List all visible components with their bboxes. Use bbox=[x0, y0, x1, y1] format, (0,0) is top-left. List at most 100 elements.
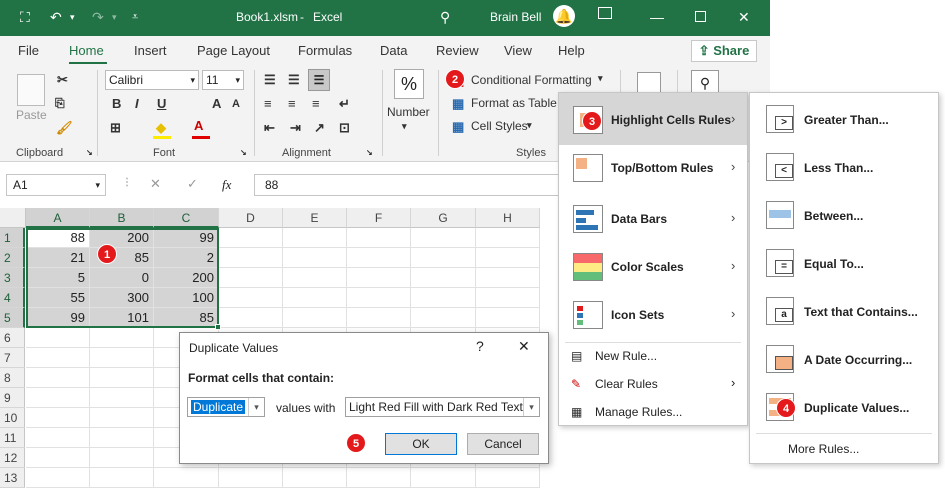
cell-b1[interactable]: 200 bbox=[90, 228, 154, 248]
row-header-4[interactable]: 4 bbox=[0, 288, 25, 308]
cell-g1[interactable] bbox=[411, 228, 476, 248]
cell-b10[interactable] bbox=[90, 408, 154, 428]
column-header-d[interactable]: D bbox=[219, 208, 283, 228]
tab-page-layout[interactable]: Page Layout bbox=[197, 43, 270, 58]
column-header-f[interactable]: F bbox=[347, 208, 411, 228]
cell-b12[interactable] bbox=[90, 448, 154, 468]
tab-file[interactable]: File bbox=[18, 43, 39, 58]
customize-toolbar-icon[interactable]: ⩡ bbox=[132, 9, 138, 25]
cell-b9[interactable] bbox=[90, 388, 154, 408]
cell-f4[interactable] bbox=[347, 288, 411, 308]
cell-b5[interactable]: 101 bbox=[90, 308, 154, 328]
wrap-text-icon[interactable]: ↵ bbox=[339, 96, 350, 112]
ribbon-display-options-icon[interactable] bbox=[598, 7, 612, 19]
tab-review[interactable]: Review bbox=[436, 43, 479, 58]
align-right-icon[interactable]: ≡ bbox=[312, 96, 320, 111]
row-header-1[interactable]: 1 bbox=[0, 228, 25, 248]
cell-a11[interactable] bbox=[26, 428, 90, 448]
middle-align-icon[interactable]: ☰ bbox=[288, 72, 300, 88]
cell-a10[interactable] bbox=[26, 408, 90, 428]
submenu-item-equal-to[interactable]: = Equal To... bbox=[750, 241, 938, 287]
cell-d4[interactable] bbox=[219, 288, 283, 308]
tab-home[interactable]: Home bbox=[69, 43, 104, 58]
cell-e5[interactable] bbox=[283, 308, 347, 328]
row-header-6[interactable]: 6 bbox=[0, 328, 25, 348]
row-header-9[interactable]: 9 bbox=[0, 388, 25, 408]
cell-e4[interactable] bbox=[283, 288, 347, 308]
cell-b11[interactable] bbox=[90, 428, 154, 448]
cell-f13[interactable] bbox=[347, 468, 411, 488]
dialog-close-button[interactable]: ✕ bbox=[518, 338, 530, 355]
column-header-h[interactable]: H bbox=[476, 208, 540, 228]
borders-icon[interactable]: ⊞ bbox=[110, 120, 121, 136]
cell-g13[interactable] bbox=[411, 468, 476, 488]
ok-button[interactable]: OK bbox=[385, 433, 457, 455]
row-header-3[interactable]: 3 bbox=[0, 268, 25, 288]
cell-c1[interactable]: 99 bbox=[154, 228, 219, 248]
tab-view[interactable]: View bbox=[504, 43, 532, 58]
cell-b4[interactable]: 300 bbox=[90, 288, 154, 308]
cell-g2[interactable] bbox=[411, 248, 476, 268]
cell-f1[interactable] bbox=[347, 228, 411, 248]
cell-c5[interactable]: 85 bbox=[154, 308, 219, 328]
confirm-entry-icon[interactable]: ✓ bbox=[187, 176, 198, 192]
cell-g3[interactable] bbox=[411, 268, 476, 288]
maximize-icon[interactable] bbox=[695, 11, 706, 22]
row-header-11[interactable]: 11 bbox=[0, 428, 25, 448]
manage-rules-item[interactable]: ▦ Manage Rules... bbox=[559, 401, 747, 425]
conditional-formatting-button[interactable]: Conditional Formatting bbox=[471, 73, 592, 87]
submenu-item-date-occurring[interactable]: A Date Occurring... bbox=[750, 337, 938, 383]
menu-item-top-bottom-rules[interactable]: Top/Bottom Rules › bbox=[559, 145, 747, 191]
cell-e13[interactable] bbox=[283, 468, 347, 488]
dialog-help-button[interactable]: ? bbox=[476, 338, 484, 354]
decrease-indent-icon[interactable]: ⇤ bbox=[264, 120, 275, 136]
copy-icon[interactable]: ⎘ bbox=[55, 96, 65, 111]
tab-formulas[interactable]: Formulas bbox=[298, 43, 352, 58]
cell-f3[interactable] bbox=[347, 268, 411, 288]
paste-icon[interactable] bbox=[17, 74, 45, 106]
submenu-item-between[interactable]: Between... bbox=[750, 193, 938, 239]
font-color-icon[interactable]: A bbox=[194, 118, 203, 133]
cell-g5[interactable] bbox=[411, 308, 476, 328]
cell-a8[interactable] bbox=[26, 368, 90, 388]
cell-h5[interactable] bbox=[476, 308, 540, 328]
cell-c4[interactable]: 100 bbox=[154, 288, 219, 308]
format-as-table-button[interactable]: Format as Table bbox=[471, 96, 557, 110]
merge-center-icon[interactable]: ⊡ bbox=[339, 120, 350, 136]
font-launcher-icon[interactable]: ↘ bbox=[240, 148, 247, 157]
select-all-corner[interactable] bbox=[0, 208, 26, 228]
cell-e1[interactable] bbox=[283, 228, 347, 248]
cell-f2[interactable] bbox=[347, 248, 411, 268]
column-header-a[interactable]: A bbox=[26, 208, 90, 228]
fill-handle[interactable] bbox=[215, 324, 221, 330]
center-icon[interactable]: ≡ bbox=[288, 96, 296, 111]
cancel-button[interactable]: Cancel bbox=[467, 433, 539, 455]
more-rules-item[interactable]: More Rules... bbox=[788, 442, 859, 456]
column-header-e[interactable]: E bbox=[283, 208, 347, 228]
share-button[interactable]: ⇪ Share bbox=[691, 40, 757, 62]
cancel-entry-icon[interactable]: ✕ bbox=[150, 176, 161, 192]
underline-icon[interactable]: U bbox=[157, 96, 166, 111]
orientation-icon[interactable]: ↗ bbox=[314, 120, 325, 136]
decrease-font-icon[interactable]: A bbox=[232, 98, 240, 110]
cell-a2[interactable]: 21 bbox=[26, 248, 90, 268]
search-icon[interactable]: ⚲ bbox=[440, 9, 450, 25]
cell-b13[interactable] bbox=[90, 468, 154, 488]
notifications-bell-icon[interactable]: 🔔 bbox=[553, 5, 575, 27]
cell-b6[interactable] bbox=[90, 328, 154, 348]
bold-icon[interactable]: B bbox=[112, 96, 121, 111]
undo-icon[interactable]: ↶ bbox=[50, 9, 62, 25]
row-header-2[interactable]: 2 bbox=[0, 248, 25, 268]
align-left-icon[interactable]: ≡ bbox=[264, 96, 272, 111]
cell-a3[interactable]: 5 bbox=[26, 268, 90, 288]
row-header-10[interactable]: 10 bbox=[0, 408, 25, 428]
cell-a9[interactable] bbox=[26, 388, 90, 408]
clipboard-launcher-icon[interactable]: ↘ bbox=[86, 148, 93, 157]
tab-help[interactable]: Help bbox=[558, 43, 585, 58]
redo-dropdown-icon[interactable]: ▾ bbox=[112, 9, 117, 25]
cell-a5[interactable]: 99 bbox=[26, 308, 90, 328]
cell-h1[interactable] bbox=[476, 228, 540, 248]
conditional-formatting-dropdown-icon[interactable]: ▾ bbox=[598, 73, 603, 84]
fill-color-icon[interactable]: ◆ bbox=[156, 120, 166, 136]
row-header-7[interactable]: 7 bbox=[0, 348, 25, 368]
